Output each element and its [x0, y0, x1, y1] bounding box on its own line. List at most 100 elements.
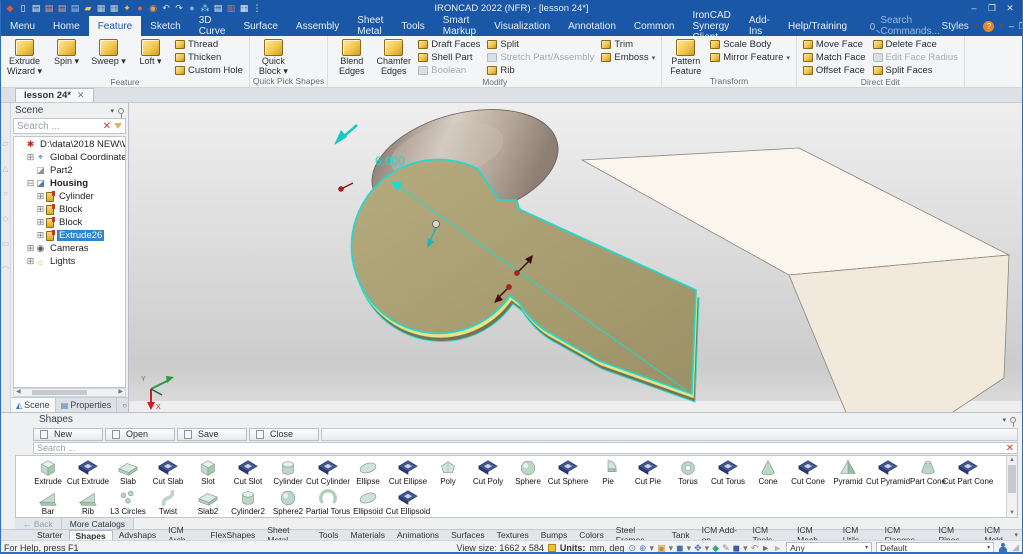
catalog-save-button[interactable]: Save: [177, 427, 247, 441]
ribbon-button-delete-face[interactable]: Delete Face: [870, 38, 961, 51]
catalog-item-cut-slab[interactable]: Cut Slab: [148, 458, 188, 486]
tree-item-part2[interactable]: ◪ Part2: [14, 164, 125, 177]
help-dropdown-icon[interactable]: ▾: [999, 21, 1004, 32]
sketch-circle-icon[interactable]: ○: [3, 189, 8, 198]
ribbon-button-thicken[interactable]: Thicken: [172, 51, 246, 64]
sketch-rect-icon[interactable]: ▭: [2, 239, 10, 248]
catalog-item-pyramid[interactable]: Pyramid: [828, 458, 868, 486]
catalog-open-button[interactable]: Open: [105, 427, 175, 441]
ribbon-button-custom-hole[interactable]: Custom Hole: [172, 64, 246, 77]
document-tab[interactable]: lesson 24* ✕: [15, 88, 94, 102]
app-icon[interactable]: ◆: [5, 3, 15, 14]
ribbon-tab-smart-markup[interactable]: Smart Markup: [434, 15, 485, 37]
catalog-tab-steel-frames[interactable]: Steel Frames: [610, 525, 666, 545]
catalog-tab-shapes[interactable]: Shapes: [68, 530, 113, 541]
ribbon-restore-icon[interactable]: ❐: [1019, 21, 1022, 32]
maximize-icon[interactable]: ❐: [984, 3, 1000, 14]
snap-icon[interactable]: ⁂: [200, 3, 210, 14]
sketch-arc-icon[interactable]: ◠: [2, 264, 9, 273]
catalog-item-cylinder[interactable]: Cylinder: [268, 458, 308, 486]
catalog-close-button[interactable]: Close: [249, 427, 319, 441]
catalog-new-button[interactable]: New: [33, 427, 103, 441]
save-icon[interactable]: ▦: [96, 3, 106, 14]
tree-item-extrude26[interactable]: ⊞ Extrude26: [14, 229, 125, 242]
ribbon-button-thread[interactable]: Thread: [172, 38, 246, 51]
ribbon-tab-feature[interactable]: Feature: [88, 16, 142, 36]
scroll-down-icon[interactable]: ▼: [1007, 510, 1017, 516]
sketch-triangle-icon[interactable]: △: [2, 164, 8, 173]
sketch-diamond-icon[interactable]: ◇: [2, 214, 8, 223]
scrollbar-thumb[interactable]: [32, 390, 87, 395]
ribbon-button-chamfer-edges[interactable]: Chamfer Edges: [373, 37, 414, 76]
tree-item-block[interactable]: ⊞ Block: [14, 216, 125, 229]
catalog-item-ellipsoid[interactable]: Ellipsoid: [348, 488, 388, 516]
expand-plus-icon[interactable]: ⊞: [26, 256, 35, 267]
selection-filter-combo[interactable]: Any ▾: [786, 542, 873, 552]
catalog-search-input[interactable]: Search ... ✕: [33, 442, 1018, 454]
panel-tab-properties[interactable]: ▤ Properties: [56, 398, 118, 412]
ribbon-tab-3d-curve[interactable]: 3D Curve: [190, 15, 235, 37]
shaded-view-icon[interactable]: ◼: [676, 543, 683, 553]
ribbon-button-split[interactable]: Split: [484, 38, 597, 51]
save-all-icon[interactable]: ▦: [109, 3, 119, 14]
ribbon-tab-sheet-metal[interactable]: Sheet Metal: [348, 15, 392, 37]
catalog-nav-more-catalogs[interactable]: More Catalogs: [61, 518, 135, 529]
scene-panel-pin-icon[interactable]: [118, 107, 124, 118]
ribbon-tab-common[interactable]: Common: [625, 16, 684, 36]
ribbon-button-split-faces[interactable]: Split Faces: [870, 64, 961, 77]
ribbon-tab-assembly[interactable]: Assembly: [287, 16, 348, 36]
expand-plus-icon[interactable]: ⊞: [26, 152, 35, 163]
ribbon-button-offset-face[interactable]: Offset Face: [800, 64, 869, 77]
ribbon-button-shell-part[interactable]: Shell Part: [415, 51, 483, 64]
ribbon-tab-home[interactable]: Home: [44, 16, 89, 36]
catalog-tab-icm-tools[interactable]: ICM Tools: [747, 525, 792, 545]
tree-item-d-data-2018-new-word-tech-net[interactable]: ✱ D:\data\2018 NEW\Word\TECH-NET: [14, 138, 125, 151]
minimize-icon[interactable]: –: [966, 3, 982, 14]
dropdown-icon[interactable]: ▾: [669, 543, 674, 553]
redo-icon[interactable]: ↷: [174, 3, 184, 14]
import-part-icon[interactable]: ▤: [44, 3, 54, 14]
styles-dropdown-icon[interactable]: ▾: [974, 21, 979, 32]
shapes-panel-dropdown-icon[interactable]: ▾: [1002, 416, 1006, 424]
pan-view-icon[interactable]: ✥: [694, 543, 702, 553]
catalog-item-cut-cone[interactable]: Cut Cone: [788, 458, 828, 486]
expand-plus-icon[interactable]: ⊞: [36, 230, 45, 241]
ribbon-button-trim[interactable]: Trim: [598, 38, 658, 51]
catalog-item-extrude[interactable]: Extrude: [28, 458, 68, 486]
expand-plus-icon[interactable]: ⊞: [36, 204, 45, 215]
catalog-tab-colors[interactable]: Colors: [573, 530, 610, 540]
catalog-item-poly[interactable]: Poly: [428, 458, 468, 486]
monitor-icon[interactable]: ▥: [226, 3, 236, 14]
select-cursor2-icon[interactable]: ►: [773, 543, 782, 553]
catalog-item-slab[interactable]: Slab: [108, 458, 148, 486]
sketch-line-icon[interactable]: ▱: [2, 139, 8, 148]
scene-panel-dropdown-icon[interactable]: ▾: [110, 107, 114, 115]
camera-icon[interactable]: ◉: [148, 3, 158, 14]
ribbon-tab-tools[interactable]: Tools: [392, 16, 433, 36]
select-cursor-icon[interactable]: ►: [761, 543, 770, 553]
user-icon[interactable]: [998, 542, 1008, 553]
catalog-vertical-scrollbar[interactable]: ▲ ▼: [1006, 456, 1017, 517]
catalog-item-cut-part-cone[interactable]: Cut Part Cone: [943, 458, 993, 486]
catalog-tab-textures[interactable]: Textures: [491, 530, 535, 540]
catalog-item-cylinder2[interactable]: Cylinder2: [228, 488, 268, 516]
scene-horizontal-scrollbar[interactable]: ◀ ▶: [13, 388, 126, 397]
tree-item-block[interactable]: ⊞ Block: [14, 203, 125, 216]
catalog-tab-bumps[interactable]: Bumps: [535, 530, 573, 540]
open-document-icon[interactable]: ▤: [31, 3, 41, 14]
ribbon-tab-surface[interactable]: Surface: [234, 16, 286, 36]
catalog-item-cut-extrude[interactable]: Cut Extrude: [67, 458, 109, 486]
catalog-item-pie[interactable]: Pie: [588, 458, 628, 486]
ribbon-button-rib[interactable]: Rib: [484, 64, 597, 77]
scene-search-filter-icon[interactable]: [114, 123, 122, 129]
viewport-3d[interactable]: 6.000 Y X: [129, 103, 1022, 412]
expand-plus-icon[interactable]: ⊞: [36, 217, 45, 228]
catalog-item-cut-ellipsoid[interactable]: Cut Ellipsoid: [386, 488, 430, 516]
open-folder-icon[interactable]: ▰: [83, 3, 93, 14]
panel-tab-scene[interactable]: ◭ Scene: [11, 398, 56, 412]
ribbon-button-pattern-feature[interactable]: Pattern Feature: [665, 37, 706, 76]
catalog-item-cut-ellipse[interactable]: Cut Ellipse: [388, 458, 428, 486]
catalog-item-slab2[interactable]: Slab2: [188, 488, 228, 516]
collapse-minus-icon[interactable]: ⊟: [26, 178, 35, 189]
command-search[interactable]: Search Commands...: [870, 15, 941, 37]
